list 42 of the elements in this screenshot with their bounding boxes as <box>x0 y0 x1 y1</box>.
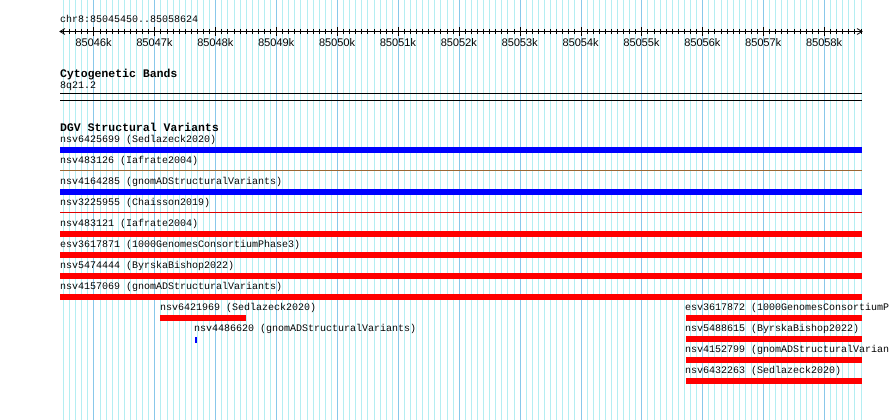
feature-bar[interactable] <box>60 294 862 300</box>
feature-label[interactable]: nsv4152799 (gnomADStructuralVarian <box>685 345 890 356</box>
tick-label: 85048k <box>197 37 234 49</box>
feature-label[interactable]: nsv4157069 (gnomADStructuralVariants) <box>60 282 282 293</box>
tick-label: 85056k <box>684 37 720 49</box>
feature-label[interactable]: nsv5474444 (ByrskaBishop2022) <box>60 261 234 272</box>
track-title: DGV Structural Variants <box>60 122 219 135</box>
tick-label: 85058k <box>806 37 842 49</box>
feature-label[interactable]: nsv483121 (Iafrate2004) <box>60 219 198 230</box>
tick-label: 85054k <box>562 37 599 49</box>
tick-label: 85049k <box>258 37 294 49</box>
feature-bar[interactable] <box>686 357 862 363</box>
tick-label: 85046k <box>75 37 112 49</box>
tick-label: 85057k <box>745 37 782 49</box>
feature-label[interactable]: nsv6432263 (Sedlazeck2020) <box>685 366 842 377</box>
feature-bar[interactable] <box>686 315 862 321</box>
tick-label: 85053k <box>502 37 538 49</box>
feature-bar[interactable] <box>160 315 246 321</box>
feature-bar[interactable] <box>60 231 862 237</box>
feature-bar[interactable] <box>60 252 862 258</box>
feature-bar[interactable] <box>686 378 862 384</box>
feature-label[interactable]: nsv6421969 (Sedlazeck2020) <box>160 303 316 314</box>
tick-label: 85055k <box>623 37 660 49</box>
region-position: chr8:85045450..85058624 <box>60 15 198 27</box>
feature-label[interactable]: nsv3225955 (Chaisson2019) <box>60 198 210 209</box>
tick-label: 85051k <box>380 37 416 49</box>
feature-label[interactable]: nsv4164285 (gnomADStructuralVariants) <box>60 177 282 188</box>
tick-label: 85052k <box>440 37 477 49</box>
band-label: 8q21.2 <box>60 81 96 93</box>
feature-bar[interactable] <box>686 336 862 342</box>
tick-label: 85050k <box>318 37 356 49</box>
feature-bar[interactable] <box>60 189 862 195</box>
tick-label: 85047k <box>136 37 172 49</box>
track-title: Cytogenetic Bands <box>60 68 178 81</box>
feature-label[interactable]: nsv6425699 (Sedlazeck2020) <box>60 135 216 146</box>
feature-label[interactable]: nsv4486620 (gnomADStructuralVariants) <box>194 324 416 335</box>
feature-label[interactable]: esv3617871 (1000GenomesConsortiumPhase3) <box>60 240 300 251</box>
feature-label[interactable]: esv3617872 (1000GenomesConsortiumP <box>685 303 890 314</box>
feature-bar[interactable] <box>60 147 862 153</box>
feature-bar[interactable] <box>60 273 862 279</box>
feature-label[interactable]: nsv483126 (Iafrate2004) <box>60 156 198 167</box>
feature-label[interactable]: nsv5488615 (ByrskaBishop2022) <box>685 324 860 335</box>
